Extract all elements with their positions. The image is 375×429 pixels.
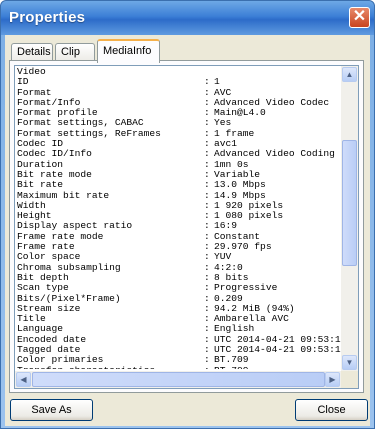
- save-as-label: Save As: [31, 404, 72, 416]
- mediainfo-row: Title: Ambarella AVC: [17, 313, 343, 324]
- tab-details-label: Details: [17, 46, 51, 58]
- mediainfo-row: Stream size:94.2 MiB (94%): [17, 303, 343, 314]
- save-as-button[interactable]: Save As: [10, 399, 93, 421]
- mediainfo-colon: :: [204, 282, 210, 294]
- vertical-scrollbar[interactable]: ▲ ▼: [341, 66, 358, 371]
- arrow-left-icon: ◀: [20, 375, 27, 384]
- mediainfo-row: Codec ID/Info: Advanced Video Coding: [17, 149, 343, 160]
- mediainfo-content: Video ID:1 Format: AVC Format/Info: Advanced…: [17, 67, 343, 369]
- mediainfo-colon: :: [204, 365, 210, 369]
- arrow-up-icon: ▲: [345, 70, 354, 79]
- mediainfo-row: Scan type: Progressive: [17, 282, 343, 294]
- window-close-button[interactable]: ✕: [349, 7, 370, 28]
- window-title: Properties: [9, 9, 86, 26]
- close-label: Close: [317, 404, 346, 416]
- mediainfo-value: BT.709: [214, 365, 249, 369]
- section-heading: Video: [17, 67, 343, 77]
- close-button[interactable]: Close: [295, 399, 368, 421]
- mediainfo-row: Width:1 920 pixels: [17, 200, 343, 211]
- scrollbar-corner: [341, 371, 358, 388]
- mediainfo-key: Scan type: [17, 282, 69, 294]
- title-bar[interactable]: Properties ✕: [1, 1, 374, 35]
- horizontal-scrollbar[interactable]: ◀ ▶: [15, 371, 341, 388]
- scroll-left-button[interactable]: ◀: [16, 372, 31, 387]
- mediainfo-textbox[interactable]: Video ID:1 Format: AVC Format/Info: Advanced…: [14, 65, 359, 389]
- horizontal-scroll-thumb[interactable]: [32, 372, 325, 387]
- vertical-scroll-thumb[interactable]: [342, 140, 357, 266]
- scroll-right-button[interactable]: ▶: [325, 372, 340, 387]
- arrow-right-icon: ▶: [329, 375, 336, 384]
- tab-clip-label: Clip: [61, 46, 80, 58]
- tab-details[interactable]: Details: [11, 43, 53, 61]
- mediainfo-row: Transfer characteristics: BT.709: [17, 365, 343, 369]
- mediainfo-row: Maximum bit rate:14.9 Mbps: [17, 190, 343, 201]
- tab-clip[interactable]: Clip: [55, 43, 95, 61]
- mediainfo-row: Bit rate mode: Variable: [17, 169, 343, 180]
- scroll-up-button[interactable]: ▲: [342, 67, 357, 82]
- tab-mediainfo[interactable]: MediaInfo: [97, 39, 160, 63]
- mediainfo-panel: Video ID:1 Format: AVC Format/Info: Advanced…: [9, 60, 364, 393]
- mediainfo-rows: ID:1 Format: AVC Format/Info: Advanced Video…: [17, 76, 343, 369]
- close-icon: ✕: [352, 8, 367, 25]
- mediainfo-value: Progressive: [214, 282, 278, 294]
- mediainfo-row: ID:1: [17, 76, 343, 87]
- tab-mediainfo-label: MediaInfo: [103, 45, 152, 57]
- mediainfo-key: Transfer characteristics: [17, 365, 155, 369]
- scroll-down-button[interactable]: ▼: [342, 355, 357, 370]
- mediainfo-row: Format settings, ReFrames:1 frame: [17, 128, 343, 139]
- properties-window: Properties ✕ Details Clip MediaInfo Vide…: [0, 0, 375, 429]
- arrow-down-icon: ▼: [345, 358, 354, 367]
- dialog-body: Details Clip MediaInfo Video ID:1 Format:…: [5, 35, 370, 426]
